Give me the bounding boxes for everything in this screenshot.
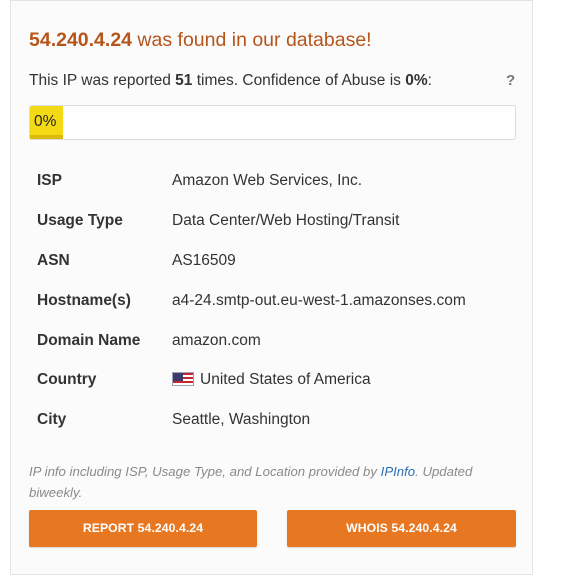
page-title: 54.240.4.24 was found in our database!	[29, 29, 372, 52]
report-summary-middle: times. Confidence of Abuse is	[192, 72, 406, 89]
confidence-bar-label: 0%	[34, 113, 57, 130]
info-value: a4-24.smtp-out.eu-west-1.amazonses.com	[172, 292, 466, 309]
info-value: AS16509	[172, 252, 236, 269]
ipinfo-link[interactable]: IPInfo	[381, 464, 415, 479]
report-summary: This IP was reported 51 times. Confidenc…	[29, 72, 432, 90]
info-key: ASN	[37, 252, 70, 269]
info-key: Domain Name	[37, 332, 141, 349]
info-key: Usage Type	[37, 212, 123, 229]
us-flag-icon	[172, 372, 194, 386]
report-summary-prefix: This IP was reported	[29, 72, 176, 89]
report-summary-suffix: :	[427, 72, 432, 89]
ip-address: 54.240.4.24	[29, 29, 133, 51]
report-ip-button[interactable]: REPORT 54.240.4.24	[29, 510, 257, 547]
whois-ip-button[interactable]: WHOIS 54.240.4.24	[287, 510, 516, 547]
title-suffix: was found in our database!	[132, 29, 372, 51]
info-key: Country	[37, 371, 97, 388]
info-key: Hostname(s)	[37, 292, 131, 309]
info-value: amazon.com	[172, 332, 261, 349]
country-name: United States of America	[200, 371, 371, 388]
info-value: Seattle, Washington	[172, 411, 311, 428]
confidence-value: 0%	[405, 72, 428, 89]
data-source-credit: IP info including ISP, Usage Type, and L…	[29, 461, 509, 503]
info-key: ISP	[37, 172, 62, 189]
info-value: Data Center/Web Hosting/Transit	[172, 212, 400, 229]
help-icon[interactable]: ?	[506, 72, 515, 89]
info-key: City	[37, 411, 67, 428]
info-value: Amazon Web Services, Inc.	[172, 172, 363, 189]
report-count: 51	[175, 72, 193, 89]
confidence-bar: 0%	[29, 105, 516, 140]
info-value: United States of America	[172, 371, 371, 389]
credit-text: IP info including ISP, Usage Type, and L…	[29, 464, 381, 479]
